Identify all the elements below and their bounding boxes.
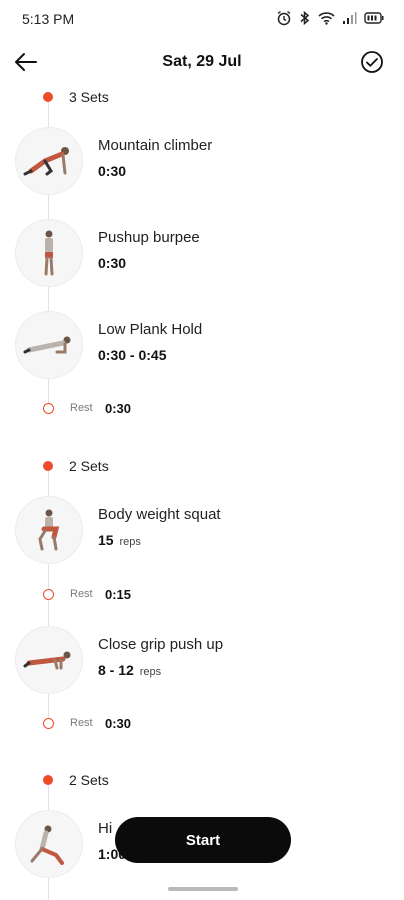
rest-value: 0:30: [105, 716, 132, 731]
home-indicator[interactable]: [168, 887, 238, 891]
rest-item: Rest 0:30: [0, 398, 404, 418]
rest-item: Rest 0:30: [0, 713, 404, 733]
exercise-name: Low Plank Hold: [98, 321, 203, 338]
exercise-thumbnail: [15, 219, 83, 287]
mountain-climber-figure-icon: [23, 147, 69, 176]
status-time: 5:13 PM: [22, 11, 75, 27]
close-grip-pushup-figure-icon: [23, 651, 71, 670]
squat-figure-icon: [38, 509, 60, 551]
signal-icon: [342, 11, 357, 25]
sets-label: 2 Sets: [69, 772, 109, 788]
exercise-name: Hi: [98, 820, 113, 837]
alarm-icon: [276, 10, 292, 26]
rest-dot: [43, 403, 54, 414]
rest-value: 0:30: [105, 401, 132, 416]
exercise-item[interactable]: Body weight squat 15 reps: [0, 496, 404, 566]
header: Sat, 29 Jul: [0, 44, 404, 84]
exercise-item[interactable]: Mountain climber 0:30: [0, 127, 404, 197]
sets-label: 3 Sets: [69, 89, 109, 105]
rest-dot: [43, 589, 54, 600]
exercise-item[interactable]: Low Plank Hold 0:30 - 0:45: [0, 311, 404, 381]
workout-timeline: 3 Sets Mountain climber 0:30 Pushup burp…: [0, 84, 404, 900]
rest-item: Rest 0:15: [0, 584, 404, 604]
set-dot: [43, 92, 53, 102]
exercise-thumbnail: [15, 626, 83, 694]
exercise-thumbnail: [15, 496, 83, 564]
exercise-thumbnail: [15, 311, 83, 379]
page-title: Sat, 29 Jul: [162, 53, 242, 70]
rest-label: Rest: [70, 588, 93, 600]
battery-icon: [364, 12, 384, 24]
sets-label: 2 Sets: [69, 458, 109, 474]
done-button[interactable]: [358, 50, 386, 78]
exercise-reps: 15 reps: [98, 532, 141, 548]
rest-value: 0:15: [105, 587, 132, 602]
set-group-header: 2 Sets: [0, 769, 404, 791]
start-button[interactable]: Start: [115, 817, 291, 863]
exercise-duration: 0:30 - 0:45: [98, 347, 167, 363]
exercise-name: Mountain climber: [98, 137, 213, 154]
set-dot: [43, 461, 53, 471]
set-dot: [43, 775, 53, 785]
wifi-icon: [318, 11, 335, 25]
rest-dot: [43, 718, 54, 729]
set-group-header: 3 Sets: [0, 86, 404, 108]
rest-label: Rest: [70, 402, 93, 414]
status-icons: [276, 10, 384, 26]
exercise-thumbnail: [15, 810, 83, 878]
pushup-burpee-figure-icon: [44, 230, 54, 276]
bluetooth-icon: [299, 10, 311, 26]
hip-stretch-figure-icon: [30, 825, 64, 865]
check-circle-icon: [360, 50, 384, 79]
exercise-item[interactable]: Pushup burpee 0:30: [0, 219, 404, 289]
exercise-name: Close grip push up: [98, 636, 224, 653]
set-group-header: 2 Sets: [0, 455, 404, 477]
status-bar: 5:13 PM: [0, 0, 404, 40]
rest-label: Rest: [70, 717, 93, 729]
exercise-duration: 0:30: [98, 255, 127, 271]
exercise-name: Pushup burpee: [98, 229, 200, 246]
exercise-item[interactable]: Close grip push up 8 - 12 reps: [0, 626, 404, 696]
exercise-duration: 0:30: [98, 163, 127, 179]
exercise-reps: 8 - 12 reps: [98, 662, 162, 678]
exercise-name: Body weight squat: [98, 506, 221, 523]
exercise-thumbnail: [15, 127, 83, 195]
plank-figure-icon: [23, 336, 71, 354]
